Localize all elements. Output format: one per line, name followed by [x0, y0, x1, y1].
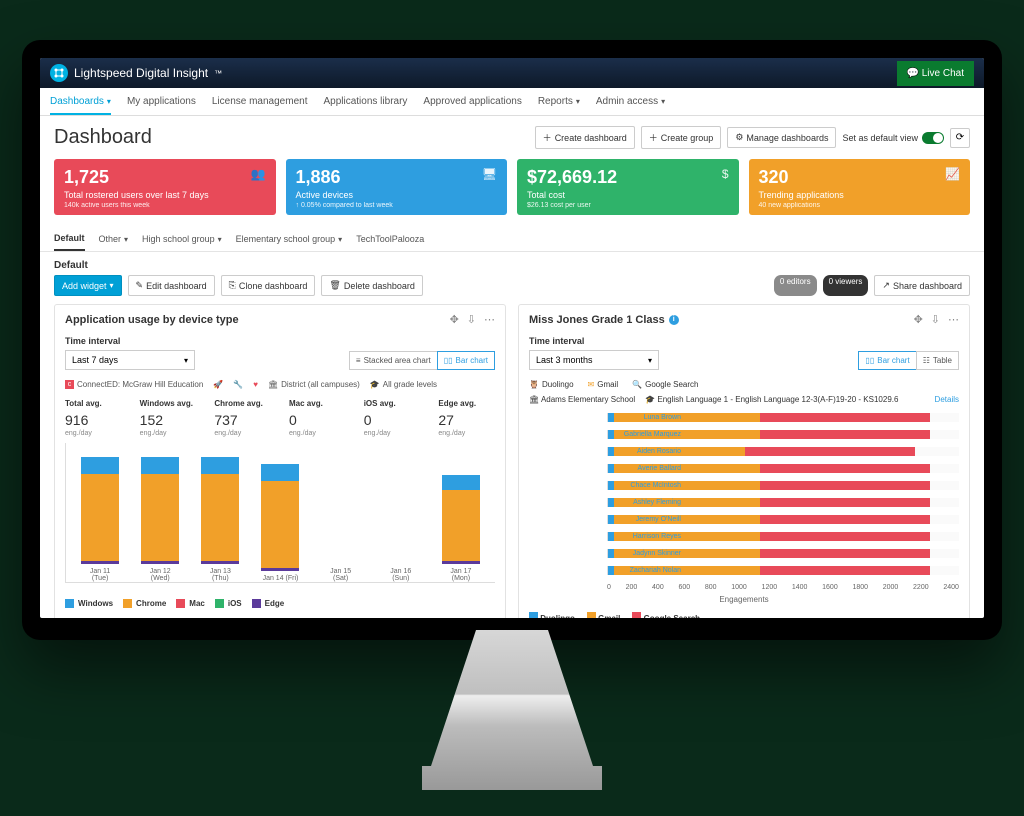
legend-item: Gmail — [587, 612, 620, 618]
move-widget-icon[interactable]: ✥ — [450, 313, 459, 326]
interval-select-2[interactable]: Last 3 months▾ — [529, 350, 659, 370]
page-header: Dashboard ＋ Create dashboard ＋ Create gr… — [40, 116, 984, 155]
student-name: Harrison Reyes — [607, 533, 681, 540]
widget-class: Miss Jones Grade 1 Class i ✥ ⇩ ⋯ Time in… — [518, 304, 970, 618]
stat: Mac avg.0eng./day — [289, 399, 346, 437]
dashboard-actions: Add widget ▾ ✎ Edit dashboard ⎘ Clone da… — [40, 275, 984, 304]
share-dashboard-button[interactable]: ↗ Share dashboard — [874, 275, 970, 296]
widget-menu-icon[interactable]: ⋯ — [948, 313, 959, 326]
live-chat-button[interactable]: 💬 Live Chat — [897, 61, 974, 86]
brand: Lightspeed Digital Insight™ — [50, 64, 222, 82]
nav-tabs: Dashboards ▾ My applications License manag… — [40, 88, 984, 116]
app-chip[interactable]: 🔍 Google Search — [632, 380, 698, 389]
widget1-title: Application usage by device type — [65, 314, 239, 326]
stat: Total avg.916eng./day — [65, 399, 122, 437]
stat: iOS avg.0eng./day — [364, 399, 421, 437]
student-name: Gabriella Marquez — [607, 431, 681, 438]
grade-filter[interactable]: 🎓 All grade levels — [370, 380, 437, 389]
legend-item: iOS — [215, 599, 242, 608]
widget-menu-icon[interactable]: ⋯ — [484, 313, 495, 326]
stacked-chart-toggle[interactable]: ≡ Stacked area chart — [349, 351, 437, 370]
default-view-toggle[interactable]: Set as default view — [842, 132, 944, 144]
kpi-card[interactable]: 320Trending applications40 new applicati… — [749, 159, 971, 215]
kpi-card[interactable]: 1,886Active devices↑ 0.05% compared to l… — [286, 159, 508, 215]
table-toggle[interactable]: ☷ Table — [916, 351, 959, 370]
dashboard-tab[interactable]: High school group ▾ — [142, 230, 222, 250]
dashboard-group-tabs: Default Other ▾ High school group ▾ Element… — [40, 225, 984, 252]
app-chip[interactable]: 🦉 Duolingo — [529, 380, 574, 389]
legend-item: Chrome — [123, 599, 166, 608]
usage-bar-chart: Engagements (avg.) Jan 11 (Tue)Jan 12 (W… — [65, 443, 495, 583]
manage-dashboards-button[interactable]: ⚙ Manage dashboards — [727, 127, 836, 148]
interval-select[interactable]: Last 7 days▾ — [65, 350, 195, 370]
dashboard-tab[interactable]: Other ▾ — [99, 230, 129, 250]
interval-label: Time interval — [65, 336, 495, 346]
create-dashboard-button[interactable]: ＋ Create dashboard — [535, 126, 635, 149]
section-label: Default — [40, 252, 984, 275]
clone-dashboard-button[interactable]: ⎘ Clone dashboard — [221, 275, 316, 296]
tab-applications-library[interactable]: Applications library — [323, 96, 407, 107]
tab-reports[interactable]: Reports ▾ — [538, 96, 580, 107]
district-filter[interactable]: 🏛 District (all campuses) — [268, 380, 360, 389]
legend-item: Duolingo — [529, 612, 575, 618]
brand-bar: Lightspeed Digital Insight™ 💬 Live Chat — [40, 58, 984, 88]
app-chip[interactable]: ✉ Gmail — [588, 380, 619, 389]
legend-item: Windows — [65, 599, 113, 608]
brand-title: Lightspeed Digital Insight — [74, 66, 208, 80]
page-title: Dashboard — [54, 126, 152, 149]
rocket-icon: 🚀 — [213, 380, 223, 389]
stat: Windows avg.152eng./day — [140, 399, 197, 437]
class-chip[interactable]: 🎓 English Language 1 - English Language … — [645, 395, 898, 404]
details-link[interactable]: Details — [935, 395, 959, 404]
tab-approved-applications[interactable]: Approved applications — [423, 96, 521, 107]
stat: Chrome avg.737eng./day — [214, 399, 271, 437]
class-hbar-chart: Luna Brown Gabriella Marquez Aiden Rosario… — [529, 410, 959, 591]
create-group-button[interactable]: ＋ Create group — [641, 126, 722, 149]
dashboard-tab[interactable]: Default — [54, 229, 85, 251]
legend-item: Edge — [252, 599, 285, 608]
tab-license-management[interactable]: License management — [212, 96, 308, 107]
add-widget-button[interactable]: Add widget ▾ — [54, 275, 122, 296]
school-chip[interactable]: 🏛 Adams Elementary School — [529, 395, 635, 404]
delete-dashboard-button[interactable]: 🗑 Delete dashboard — [321, 275, 423, 296]
student-name: Aiden Rosario — [607, 448, 681, 455]
download-widget-icon[interactable]: ⇩ — [467, 313, 476, 326]
editors-badge: 0 editors — [774, 275, 817, 296]
student-name: Zachariah Nolan — [607, 567, 681, 574]
student-name: Averie Ballard — [607, 465, 681, 472]
app-chip[interactable]: cConnectED: McGraw Hill Education — [65, 380, 203, 389]
brand-logo-icon — [50, 64, 68, 82]
legend-item: Mac — [176, 599, 205, 608]
widget-app-usage: Application usage by device type ✥ ⇩ ⋯ T… — [54, 304, 506, 618]
student-name: Jadynn Skinner — [607, 550, 681, 557]
dashboard-tab[interactable]: Elementary school group ▾ — [236, 230, 343, 250]
kpi-row: 1,725Total rostered users over last 7 da… — [40, 155, 984, 225]
legend-item: Google Search — [632, 612, 700, 618]
move-widget-icon[interactable]: ✥ — [914, 313, 923, 326]
wrench-icon: 🔧 — [233, 380, 243, 389]
interval-label: Time interval — [529, 336, 959, 346]
tab-dashboards[interactable]: Dashboards ▾ — [50, 90, 111, 115]
tab-my-applications[interactable]: My applications — [127, 96, 196, 107]
edit-dashboard-button[interactable]: ✎ Edit dashboard — [128, 275, 215, 296]
heart-icon: ♥ — [253, 380, 258, 389]
student-name: Jeremy O'Neill — [607, 516, 681, 523]
stat: Edge avg.27eng./day — [438, 399, 495, 437]
bar-chart-toggle[interactable]: ▯▯ Bar chart — [437, 351, 495, 370]
refresh-button[interactable]: ⟳ — [950, 128, 970, 148]
tab-admin-access[interactable]: Admin access ▾ — [596, 96, 665, 107]
bar-chart-toggle-2[interactable]: ▯▯ Bar chart — [858, 351, 915, 370]
viewers-badge: 0 viewers — [823, 275, 869, 296]
download-widget-icon[interactable]: ⇩ — [931, 313, 940, 326]
dashboard-tab[interactable]: TechToolPalooza — [356, 230, 424, 250]
student-name: Chace McIntosh — [607, 482, 681, 489]
info-icon[interactable]: i — [669, 315, 679, 325]
student-name: Luna Brown — [607, 414, 681, 421]
widget2-title: Miss Jones Grade 1 Class i — [529, 314, 679, 326]
student-name: Ashley Fleming — [607, 499, 681, 506]
kpi-card[interactable]: $72,669.12Total cost$26.13 cost per user… — [517, 159, 739, 215]
kpi-card[interactable]: 1,725Total rostered users over last 7 da… — [54, 159, 276, 215]
